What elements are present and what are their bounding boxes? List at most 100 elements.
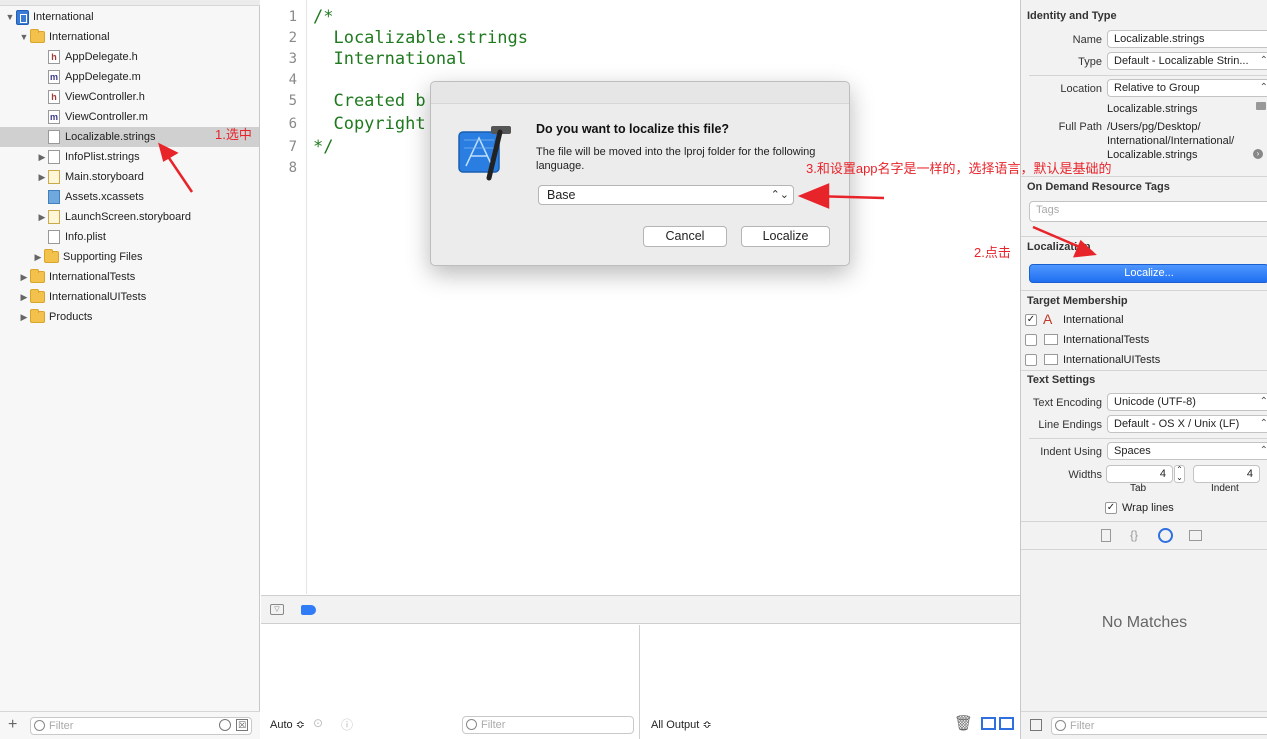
folder-icon bbox=[44, 249, 59, 263]
variables-filter-input[interactable]: Filter bbox=[462, 716, 634, 734]
code-line[interactable]: */ bbox=[313, 137, 333, 158]
annotation-step3: 3.和设置app名字是一样的，选择语言，默认是基础的 bbox=[806, 161, 1112, 176]
tags-input[interactable]: Tags bbox=[1029, 201, 1267, 222]
source-file-icon: m bbox=[48, 70, 60, 84]
output-popup[interactable]: All Output ≎ bbox=[651, 718, 712, 731]
split-view-right-icon[interactable] bbox=[999, 717, 1014, 730]
encoding-popup[interactable]: Unicode (UTF-8) ⌃ bbox=[1107, 393, 1267, 411]
disclosure-open-icon[interactable]: ▼ bbox=[18, 27, 30, 47]
tree-item-international-tests[interactable]: ▶ InternationalTests bbox=[18, 267, 135, 287]
info-icon[interactable]: ⓘ bbox=[341, 716, 353, 733]
no-matches-label: No Matches bbox=[1101, 614, 1188, 631]
folder-icon bbox=[30, 309, 45, 323]
filter-icon bbox=[466, 719, 477, 730]
popup-arrows-icon: ⌃ bbox=[1260, 416, 1267, 432]
recent-files-icon[interactable] bbox=[219, 719, 231, 731]
encoding-label: Text Encoding bbox=[1032, 397, 1102, 409]
storyboard-file-icon bbox=[48, 210, 60, 224]
trash-icon[interactable]: 🗑 bbox=[954, 714, 973, 732]
tree-item-label: ViewController.h bbox=[65, 91, 145, 103]
source-control-filter-icon[interactable]: ☒ bbox=[236, 719, 248, 731]
section-title-identity: Identity and Type bbox=[1027, 10, 1117, 22]
tree-item-viewcontroller-m[interactable]: m ViewController.m bbox=[36, 107, 148, 127]
location-file: Localizable.strings bbox=[1107, 103, 1198, 115]
tree-item-group-international[interactable]: ▼ International bbox=[18, 27, 110, 47]
location-popup[interactable]: Relative to Group ⌃ bbox=[1107, 79, 1267, 97]
tab-stepper[interactable]: ⌃ ⌄ bbox=[1174, 465, 1185, 483]
disclosure-open-icon[interactable]: ▼ bbox=[4, 7, 16, 27]
target-checkbox-uitests[interactable] bbox=[1025, 354, 1037, 366]
localize-dialog: Do you want to localize this file? The f… bbox=[430, 81, 850, 266]
line-endings-popup[interactable]: Default - OS X / Unix (LF) ⌃ bbox=[1107, 415, 1267, 433]
tree-item-label: Info.plist bbox=[65, 231, 106, 243]
code-snippet-icon[interactable]: {} bbox=[1130, 528, 1138, 542]
disclosure-closed-icon[interactable]: ▶ bbox=[32, 247, 44, 267]
target-label: International bbox=[1063, 314, 1124, 326]
strings-file-icon bbox=[48, 130, 60, 144]
section-title-target-membership: Target Membership bbox=[1027, 295, 1128, 307]
tree-item-launchscreen[interactable]: ▶ LaunchScreen.storyboard bbox=[36, 207, 191, 227]
disclosure-closed-icon[interactable]: ▶ bbox=[36, 147, 48, 167]
disclosure-closed-icon[interactable]: ▶ bbox=[18, 287, 30, 307]
variables-filter-bar: Auto ≎ ⊙ ⓘ Filter bbox=[261, 711, 639, 739]
grid-view-icon[interactable] bbox=[1030, 719, 1042, 731]
reveal-folder-icon[interactable] bbox=[1256, 102, 1266, 110]
add-icon[interactable]: + bbox=[8, 716, 17, 734]
tree-item-supporting-files[interactable]: ▶ Supporting Files bbox=[32, 247, 143, 267]
tree-item-main-storyboard[interactable]: ▶ Main.storyboard bbox=[36, 167, 144, 187]
wrap-lines-checkbox[interactable]: ✓ bbox=[1105, 502, 1117, 514]
cancel-button[interactable]: Cancel bbox=[643, 226, 727, 247]
tab-width-field[interactable]: 4 bbox=[1106, 465, 1173, 483]
file-template-icon[interactable] bbox=[1101, 529, 1111, 542]
tree-item-project[interactable]: ▼ International bbox=[4, 7, 94, 27]
reveal-in-finder-icon[interactable]: › bbox=[1253, 149, 1263, 159]
target-checkbox-tests[interactable] bbox=[1025, 334, 1037, 346]
eye-icon[interactable]: ⊙ bbox=[313, 716, 323, 730]
navigator-filter-input[interactable]: Filter ☒ bbox=[30, 717, 252, 735]
file-inspector: Identity and Type Name Localizable.strin… bbox=[1020, 0, 1267, 739]
variables-view: Auto ≎ ⊙ ⓘ Filter bbox=[261, 625, 640, 739]
tree-item-international-uitests[interactable]: ▶ InternationalUITests bbox=[18, 287, 146, 307]
code-line[interactable]: International bbox=[313, 49, 466, 70]
object-library-icon[interactable] bbox=[1158, 528, 1173, 543]
target-checkbox-international[interactable]: ✓ bbox=[1025, 314, 1037, 326]
breakpoints-toggle-icon[interactable] bbox=[301, 605, 316, 615]
tree-item-label: LaunchScreen.storyboard bbox=[65, 211, 191, 223]
localize-confirm-button[interactable]: Localize bbox=[741, 226, 830, 247]
split-view-left-icon[interactable] bbox=[981, 717, 996, 730]
media-library-icon[interactable] bbox=[1189, 530, 1202, 541]
indent-width-field[interactable]: 4 bbox=[1193, 465, 1260, 483]
section-title-odr: On Demand Resource Tags bbox=[1027, 181, 1170, 193]
disclosure-closed-icon[interactable]: ▶ bbox=[18, 307, 30, 327]
hide-debug-area-icon[interactable]: ▽ bbox=[270, 604, 284, 615]
disclosure-closed-icon[interactable]: ▶ bbox=[36, 167, 48, 187]
name-field[interactable]: Localizable.strings bbox=[1107, 30, 1267, 48]
code-line[interactable]: Created b bbox=[313, 91, 425, 112]
library-filter-input[interactable]: Filter bbox=[1051, 717, 1267, 735]
type-popup[interactable]: Default - Localizable Strin... ⌃ bbox=[1107, 52, 1267, 70]
code-line[interactable]: /* bbox=[313, 7, 333, 28]
fullpath-line: Localizable.strings bbox=[1107, 149, 1198, 161]
tree-item-label: Supporting Files bbox=[63, 251, 143, 263]
tree-item-info-plist[interactable]: Info.plist bbox=[36, 227, 106, 247]
console-view[interactable]: All Output ≎ 🗑 bbox=[641, 625, 1020, 739]
wrap-lines-label: Wrap lines bbox=[1122, 502, 1174, 514]
tree-item-label: InternationalTests bbox=[49, 271, 136, 283]
tree-item-assets[interactable]: Assets.xcassets bbox=[36, 187, 144, 207]
code-line[interactable]: Localizable.strings bbox=[313, 28, 527, 49]
widths-label: Widths bbox=[1068, 469, 1102, 481]
disclosure-closed-icon[interactable]: ▶ bbox=[18, 267, 30, 287]
indent-label: Indent Using bbox=[1040, 446, 1102, 458]
tree-item-viewcontroller-h[interactable]: h ViewController.h bbox=[36, 87, 145, 107]
auto-scope-popup[interactable]: Auto ≎ bbox=[270, 718, 305, 731]
tree-item-products[interactable]: ▶ Products bbox=[18, 307, 92, 327]
tree-item-infoplist-strings[interactable]: ▶ InfoPlist.strings bbox=[36, 147, 140, 167]
fullpath-line: International/International/ bbox=[1107, 135, 1235, 147]
tree-item-appdelegate-m[interactable]: m AppDelegate.m bbox=[36, 67, 141, 87]
disclosure-closed-icon[interactable]: ▶ bbox=[36, 207, 48, 227]
tree-item-appdelegate-h[interactable]: h AppDelegate.h bbox=[36, 47, 138, 67]
indent-popup[interactable]: Spaces ⌃ bbox=[1107, 442, 1267, 460]
localize-button[interactable]: Localize... bbox=[1029, 264, 1267, 283]
code-line[interactable]: Copyright bbox=[313, 114, 425, 135]
language-popup[interactable]: Base ⌃⌄ bbox=[538, 185, 794, 205]
